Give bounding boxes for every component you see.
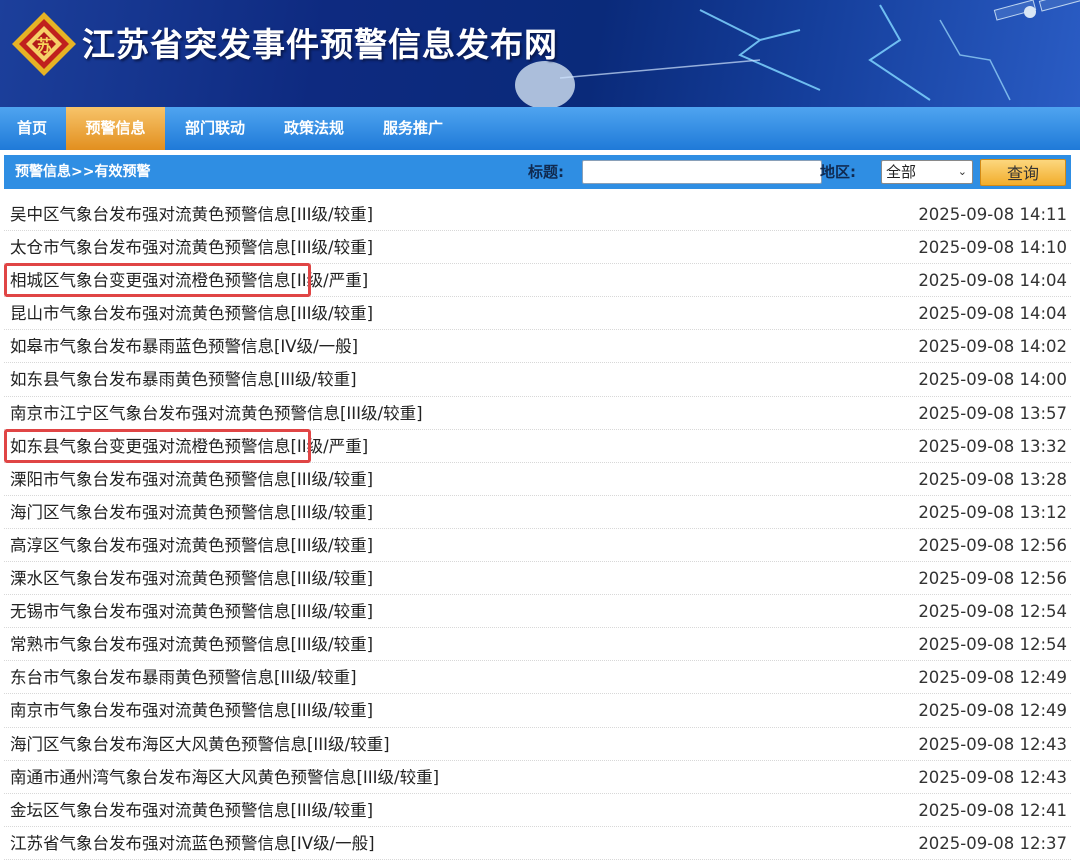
- warning-time: 2025-09-08 12:49: [918, 701, 1067, 721]
- warning-title-link[interactable]: 江苏省气象台发布强对流蓝色预警信息[IV级/一般]: [10, 827, 375, 860]
- site-logo: 苏: [12, 12, 76, 76]
- warning-time: 2025-09-08 14:11: [918, 205, 1067, 224]
- warning-title-link[interactable]: 金坛区气象台发布强对流黄色预警信息[III级/较重]: [10, 794, 373, 827]
- warning-time: 2025-09-08 14:04: [918, 271, 1067, 291]
- main-nav: 首页 预警信息 部门联动 政策法规 服务推广: [0, 107, 1080, 152]
- warning-time: 2025-09-08 12:43: [918, 734, 1067, 754]
- warning-row: 海门区气象台发布海区大风黄色预警信息[III级/较重] 2025-09-08 12…: [4, 728, 1071, 761]
- search-bar: 预警信息>>有效预警 标题: 地区: 全部 ⌄ 查询: [4, 155, 1071, 189]
- warning-time: 2025-09-08 12:54: [918, 635, 1067, 655]
- title-search-input[interactable]: [582, 160, 822, 184]
- warning-row: 相城区气象台变更强对流橙色预警信息[II级/严重] 2025-09-08 14:0…: [4, 263, 1071, 298]
- nav-item-policy[interactable]: 政策法规: [266, 107, 362, 150]
- warning-row: 吴中区气象台发布强对流黄色预警信息[III级/较重] 2025-09-08 14:…: [4, 198, 1071, 232]
- warning-time: 2025-09-08 12:56: [918, 535, 1067, 555]
- warning-row: 如东县气象台变更强对流橙色预警信息[II级/严重] 2025-09-08 13:3…: [4, 428, 1071, 463]
- warning-time: 2025-09-08 12:43: [918, 767, 1067, 787]
- warning-title-link[interactable]: 相城区气象台变更强对流橙色预警信息[II级/严重]: [10, 264, 368, 297]
- title-label: 标题:: [528, 163, 564, 181]
- warning-time: 2025-09-08 14:00: [918, 370, 1067, 390]
- warning-time: 2025-09-08 12:49: [918, 668, 1067, 688]
- query-button[interactable]: 查询: [980, 159, 1066, 186]
- warning-row: 南通市通州湾气象台发布海区大风黄色预警信息[III级/较重] 2025-09-08…: [4, 761, 1071, 794]
- region-select[interactable]: 全部 ⌄: [881, 160, 973, 184]
- warning-title-link[interactable]: 海门区气象台发布强对流黄色预警信息[III级/较重]: [10, 496, 373, 529]
- warning-row: 如东县气象台发布暴雨黄色预警信息[III级/较重] 2025-09-08 14:0…: [4, 363, 1071, 397]
- warning-list: 吴中区气象台发布强对流黄色预警信息[III级/较重] 2025-09-08 14:…: [4, 198, 1071, 860]
- warning-title-link[interactable]: 吴中区气象台发布强对流黄色预警信息[III级/较重]: [10, 198, 373, 231]
- warning-title-link[interactable]: 溧阳市气象台发布强对流黄色预警信息[III级/较重]: [10, 463, 373, 496]
- region-label: 地区:: [820, 163, 856, 181]
- warning-time: 2025-09-08 12:56: [918, 569, 1067, 589]
- warning-row: 海门区气象台发布强对流黄色预警信息[III级/较重] 2025-09-08 13:…: [4, 496, 1071, 529]
- warning-row: 溧阳市气象台发布强对流黄色预警信息[III级/较重] 2025-09-08 13:…: [4, 463, 1071, 496]
- warning-time: 2025-09-08 14:10: [918, 238, 1067, 258]
- svg-text:苏: 苏: [36, 36, 52, 55]
- warning-time: 2025-09-08 13:28: [918, 469, 1067, 489]
- nav-item-home[interactable]: 首页: [0, 107, 64, 150]
- warning-row: 江苏省气象台发布强对流蓝色预警信息[IV级/一般] 2025-09-08 12:3…: [4, 827, 1071, 860]
- warning-row: 金坛区气象台发布强对流黄色预警信息[III级/较重] 2025-09-08 12:…: [4, 794, 1071, 827]
- warning-row: 如皋市气象台发布暴雨蓝色预警信息[IV级/一般] 2025-09-08 14:02: [4, 330, 1071, 364]
- chevron-down-icon: ⌄: [957, 165, 967, 178]
- warning-time: 2025-09-08 12:54: [918, 602, 1067, 622]
- warning-row: 南京市江宁区气象台发布强对流黄色预警信息[III级/较重] 2025-09-08 …: [4, 397, 1071, 430]
- site-banner: 苏 江苏省突发事件预警信息发布网: [0, 0, 1080, 107]
- warning-row: 无锡市气象台发布强对流黄色预警信息[III级/较重] 2025-09-08 12:…: [4, 595, 1071, 629]
- warning-title-link[interactable]: 无锡市气象台发布强对流黄色预警信息[III级/较重]: [10, 595, 373, 628]
- warning-time: 2025-09-08 14:04: [918, 304, 1067, 324]
- warning-title-link[interactable]: 南京市江宁区气象台发布强对流黄色预警信息[III级/较重]: [10, 397, 423, 430]
- nav-item-departments[interactable]: 部门联动: [168, 107, 262, 150]
- warning-title-link[interactable]: 常熟市气象台发布强对流黄色预警信息[III级/较重]: [10, 628, 373, 661]
- warning-row: 南京市气象台发布强对流黄色预警信息[III级/较重] 2025-09-08 12:…: [4, 694, 1071, 728]
- warning-time: 2025-09-08 13:12: [918, 502, 1067, 522]
- warning-time: 2025-09-08 13:57: [918, 403, 1067, 423]
- breadcrumb: 预警信息>>有效预警: [15, 164, 151, 180]
- warning-row: 常熟市气象台发布强对流黄色预警信息[III级/较重] 2025-09-08 12:…: [4, 628, 1071, 662]
- warning-time: 2025-09-08 13:32: [918, 436, 1067, 456]
- warning-title-link[interactable]: 太仓市气象台发布强对流黄色预警信息[III级/较重]: [10, 231, 373, 264]
- site-title: 江苏省突发事件预警信息发布网: [82, 25, 558, 64]
- warning-time: 2025-09-08 12:41: [918, 800, 1067, 820]
- warning-row: 太仓市气象台发布强对流黄色预警信息[III级/较重] 2025-09-08 14:…: [4, 231, 1071, 265]
- warning-row: 溧水区气象台发布强对流黄色预警信息[III级/较重] 2025-09-08 12:…: [4, 562, 1071, 596]
- warning-row: 昆山市气象台发布强对流黄色预警信息[III级/较重] 2025-09-08 14:…: [4, 297, 1071, 331]
- nav-item-services[interactable]: 服务推广: [364, 107, 462, 150]
- warning-title-link[interactable]: 如东县气象台发布暴雨黄色预警信息[III级/较重]: [10, 363, 357, 396]
- region-select-value: 全部: [886, 163, 917, 181]
- warning-row: 东台市气象台发布暴雨黄色预警信息[III级/较重] 2025-09-08 12:4…: [4, 661, 1071, 695]
- warning-time: 2025-09-08 12:37: [918, 833, 1067, 853]
- warning-title-link[interactable]: 溧水区气象台发布强对流黄色预警信息[III级/较重]: [10, 562, 373, 595]
- warning-title-link[interactable]: 海门区气象台发布海区大风黄色预警信息[III级/较重]: [10, 728, 390, 761]
- warning-title-link[interactable]: 如皋市气象台发布暴雨蓝色预警信息[IV级/一般]: [10, 330, 358, 363]
- warning-time: 2025-09-08 14:02: [918, 337, 1067, 357]
- warning-title-link[interactable]: 南京市气象台发布强对流黄色预警信息[III级/较重]: [10, 694, 373, 727]
- nav-item-warnings[interactable]: 预警信息: [66, 107, 165, 150]
- warning-title-link[interactable]: 东台市气象台发布暴雨黄色预警信息[III级/较重]: [10, 661, 357, 694]
- warning-title-link[interactable]: 南通市通州湾气象台发布海区大风黄色预警信息[III级/较重]: [10, 761, 439, 794]
- warning-title-link[interactable]: 高淳区气象台发布强对流黄色预警信息[III级/较重]: [10, 529, 373, 562]
- warning-title-link[interactable]: 如东县气象台变更强对流橙色预警信息[II级/严重]: [10, 430, 368, 463]
- warning-title-link[interactable]: 昆山市气象台发布强对流黄色预警信息[III级/较重]: [10, 297, 373, 330]
- warning-row: 高淳区气象台发布强对流黄色预警信息[III级/较重] 2025-09-08 12:…: [4, 529, 1071, 563]
